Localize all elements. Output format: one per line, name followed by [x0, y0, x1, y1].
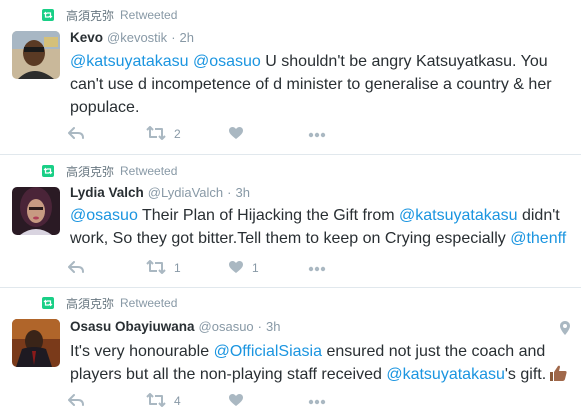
more-icon — [308, 261, 326, 275]
separator-dot: · — [171, 30, 176, 45]
retweet-button[interactable]: 2 — [146, 124, 228, 144]
more-button[interactable] — [308, 258, 326, 278]
retweet-icon — [146, 125, 166, 143]
more-icon — [308, 394, 326, 408]
tweet-timestamp[interactable]: 3h — [266, 319, 280, 334]
location-pin-icon[interactable] — [559, 320, 571, 341]
retweeted-label: Retweeted — [120, 164, 178, 178]
reply-icon — [68, 126, 84, 143]
reply-button[interactable] — [68, 258, 146, 278]
separator-dot: · — [227, 185, 232, 200]
author-username[interactable]: @osasuo — [199, 319, 254, 334]
retweet-count: 2 — [174, 127, 181, 141]
more-button[interactable] — [308, 391, 326, 411]
author-fullname[interactable]: Lydia Valch — [70, 185, 144, 200]
tweet-timestamp[interactable]: 3h — [236, 185, 250, 200]
text-span: 's gift. — [504, 366, 547, 383]
author-username[interactable]: @kevostik — [107, 30, 167, 45]
tweet-lydia[interactable]: 高須克弥 Retweeted Lydia Valch @LydiaValch ·… — [0, 155, 581, 288]
tweet-kevo[interactable]: 高須克弥 Retweeted Kevo @kevostik · 2h @kats… — [0, 0, 581, 155]
reply-icon — [68, 393, 84, 410]
heart-icon — [228, 260, 244, 277]
separator-dot: · — [257, 319, 263, 334]
mention-link[interactable]: @OfficialSiasia — [214, 343, 322, 360]
author-fullname[interactable]: Kevo — [70, 30, 103, 45]
like-button[interactable] — [228, 124, 308, 144]
author-fullname[interactable]: Osasu Obayiuwana — [70, 319, 195, 334]
reply-button[interactable] — [68, 391, 146, 411]
retweeted-label: Retweeted — [120, 8, 178, 22]
avatar[interactable] — [12, 319, 60, 367]
more-button[interactable] — [308, 124, 326, 144]
tweet-actions: 2 — [68, 124, 326, 144]
mention-link[interactable]: @osasuo — [70, 207, 138, 224]
mention-link[interactable]: @katsuyatakasu — [386, 366, 505, 383]
author-username[interactable]: @LydiaValch — [148, 185, 223, 200]
retweeted-context: 高須克弥 Retweeted — [42, 295, 177, 311]
retweeted-context: 高須克弥 Retweeted — [42, 163, 177, 179]
retweet-count: 1 — [174, 261, 181, 275]
mention-link[interactable]: @osasuo — [193, 53, 261, 70]
retweeter-name[interactable]: 高須克弥 — [66, 7, 114, 24]
tweet-text: @osasuo Their Plan of Hijacking the Gift… — [70, 204, 570, 250]
retweet-icon — [146, 392, 166, 410]
thumbs-up-emoji — [548, 364, 568, 389]
tweet-text: It's very honourable @OfficialSiasia ens… — [70, 340, 570, 389]
like-count: 1 — [252, 261, 259, 275]
retweet-count: 4 — [174, 394, 181, 408]
like-button[interactable]: 1 — [228, 258, 308, 278]
mention-link[interactable]: @katsuyatakasu — [399, 207, 518, 224]
retweet-button[interactable]: 4 — [146, 391, 228, 411]
retweeted-badge-icon — [42, 297, 54, 309]
mention-link[interactable]: @katsuyatakasu — [70, 53, 189, 70]
retweeted-badge-icon — [42, 9, 54, 21]
avatar[interactable] — [12, 187, 60, 235]
tweet-osasu[interactable]: 高須克弥 Retweeted Osasu Obayiuwana @osasuo … — [0, 288, 581, 414]
retweet-button[interactable]: 1 — [146, 258, 228, 278]
heart-icon — [228, 126, 244, 143]
like-button[interactable] — [228, 391, 308, 411]
retweeted-label: Retweeted — [120, 296, 178, 310]
tweet-actions: 4 — [68, 391, 326, 411]
retweeter-name[interactable]: 高須克弥 — [66, 295, 114, 312]
more-icon — [308, 127, 326, 141]
heart-icon — [228, 393, 244, 410]
text-span: It's very honourable — [70, 343, 214, 360]
retweet-icon — [146, 259, 166, 277]
tweet-timestamp[interactable]: 2h — [180, 30, 194, 45]
mention-link[interactable]: @thenff — [510, 230, 566, 247]
reply-button[interactable] — [68, 124, 146, 144]
avatar[interactable] — [12, 31, 60, 79]
tweet-actions: 1 1 — [68, 258, 326, 278]
retweeted-badge-icon — [42, 165, 54, 177]
retweeter-name[interactable]: 高須克弥 — [66, 163, 114, 180]
text-span: Their Plan of Hijacking the Gift from — [137, 207, 399, 224]
reply-icon — [68, 260, 84, 277]
retweeted-context: 高須克弥 Retweeted — [42, 7, 177, 23]
tweet-text: @katsuyatakasu @osasuo U shouldn't be an… — [70, 50, 570, 119]
